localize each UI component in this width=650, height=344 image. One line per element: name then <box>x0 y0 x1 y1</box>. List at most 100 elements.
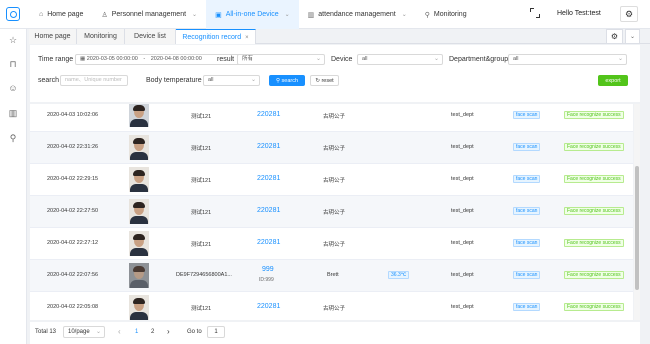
user-greeting[interactable]: Hello Test:test <box>557 10 601 17</box>
page-1[interactable]: 1 <box>135 329 138 335</box>
cell-id[interactable]: 220281 <box>257 111 280 118</box>
result-badge: Face recognize success <box>564 271 624 279</box>
tab-home[interactable]: Home page <box>29 29 77 44</box>
face-photo[interactable] <box>129 263 149 288</box>
chevron-down-icon: ⌄ <box>617 56 623 62</box>
face-icon[interactable]: ☺ <box>8 83 18 93</box>
cell-name: 测试121 <box>191 210 212 216</box>
cell-group: 古玥公子 <box>323 210 346 216</box>
table-row[interactable]: 2020-04-02 22:07:56 DE9F7294656800A1... … <box>30 260 633 292</box>
thermometer-icon[interactable]: ⚲ <box>8 133 18 143</box>
table-row[interactable]: 2020-04-02 22:29:15 测试121 220281 古玥公子 te… <box>30 164 633 196</box>
device-icon: ▣ <box>215 11 222 19</box>
tab-recognition-record[interactable]: Recognition record × <box>176 29 256 44</box>
cell-dept: test_dept <box>451 112 474 118</box>
prev-page-icon[interactable]: ‹ <box>118 327 121 336</box>
export-button[interactable]: export <box>598 75 628 86</box>
nav-personnel[interactable]: ♙ Personnel management ⌄ <box>92 0 206 29</box>
face-photo[interactable] <box>129 104 149 127</box>
body-temperature-label: Body temperature <box>146 77 202 84</box>
bar-chart-icon[interactable]: ▥ <box>8 108 18 118</box>
type-badge: face scan <box>513 271 541 279</box>
temperature-badge: 36.3℃ <box>388 271 410 279</box>
cell-id[interactable]: 220281 <box>257 175 280 182</box>
goto-input[interactable]: 1 <box>207 326 225 338</box>
type-badge: face scan <box>513 143 541 151</box>
fullscreen-icon[interactable] <box>530 8 540 18</box>
nav-home-label: Home page <box>47 11 84 18</box>
nav-monitoring[interactable]: ⚲ Monitoring <box>416 0 476 29</box>
search-button[interactable]: ⚲ search <box>269 75 305 86</box>
tab-monitoring[interactable]: Monitoring <box>77 29 125 44</box>
result-label: result <box>217 56 235 63</box>
department-label: Department&group <box>449 56 509 63</box>
face-photo[interactable] <box>129 231 149 256</box>
lock-icon[interactable]: ⊓ <box>8 59 18 69</box>
result-badge: Face recognize success <box>564 111 624 119</box>
department-value: all <box>513 56 519 62</box>
cell-time: 2020-04-02 22:05:08 <box>47 304 99 310</box>
cell-id[interactable]: 220281 <box>257 303 280 310</box>
cell-id[interactable]: 220281 <box>257 239 280 246</box>
table-row[interactable]: 2020-04-02 22:05:08 测试121 220281 古玥公子 te… <box>30 292 633 320</box>
page-size-select[interactable]: 10/page ⌄ <box>63 326 105 338</box>
nav-monitoring-label: Monitoring <box>433 11 467 18</box>
settings-gear-icon[interactable]: ⚙ <box>620 6 638 22</box>
cell-group: 古玥公子 <box>323 242 346 248</box>
chevron-down-icon: ⌄ <box>192 12 198 18</box>
nav-device[interactable]: ▣ All-in-one Device ⌄ <box>206 0 299 29</box>
tab-menu-chevron-icon[interactable]: ⌄ <box>625 29 640 44</box>
department-select[interactable]: all ⌄ <box>508 54 627 65</box>
table-row[interactable]: 2020-04-02 22:27:50 测试121 220281 古玥公子 te… <box>30 196 633 228</box>
cell-dept: test_dept <box>451 176 474 182</box>
next-page-icon[interactable]: › <box>167 327 170 336</box>
tab-settings-icon[interactable]: ⚙ <box>606 29 623 44</box>
result-badge: Face recognize success <box>564 207 624 215</box>
result-badge: Face recognize success <box>564 303 624 311</box>
cell-id[interactable]: 999 <box>262 266 274 273</box>
face-photo[interactable] <box>129 295 149 320</box>
page-2[interactable]: 2 <box>151 329 154 335</box>
nav-attendance[interactable]: ▥ attendance management ⌄ <box>299 0 416 29</box>
face-photo[interactable] <box>129 167 149 192</box>
nav-attendance-label: attendance management <box>318 11 396 18</box>
cell-group: Brett <box>327 272 339 278</box>
cell-id[interactable]: 220281 <box>257 207 280 214</box>
search-input[interactable]: name、Unique number <box>60 75 128 86</box>
cell-group: 古玥公子 <box>323 114 346 120</box>
user-icon: ♙ <box>101 11 108 19</box>
page-tabs: Home page Monitoring Device list Recogni… <box>29 29 650 44</box>
cell-id[interactable]: 220281 <box>257 143 280 150</box>
chevron-down-icon: ⌄ <box>95 329 101 335</box>
close-icon[interactable]: × <box>245 35 249 41</box>
result-select[interactable]: 所有 ⌄ <box>237 54 325 65</box>
cell-dept: test_dept <box>451 240 474 246</box>
result-value: 所有 <box>242 56 254 62</box>
reset-button[interactable]: ↻ reset <box>310 75 339 86</box>
tab-device-list[interactable]: Device list <box>125 29 176 44</box>
table-scrollbar[interactable] <box>634 104 640 320</box>
cell-time: 2020-04-02 22:27:12 <box>47 240 99 246</box>
result-badge: Face recognize success <box>564 143 624 151</box>
face-photo[interactable] <box>129 199 149 224</box>
cell-name: 测试121 <box>191 306 212 312</box>
tab-recognition-label: Recognition record <box>182 34 242 41</box>
device-select[interactable]: all ⌄ <box>357 54 443 65</box>
star-icon[interactable]: ☆ <box>8 35 18 45</box>
calendar-icon: ▦ <box>80 56 87 62</box>
cell-group: 古玥公子 <box>323 178 346 184</box>
cell-time: 2020-04-02 22:07:56 <box>47 272 99 278</box>
scrollbar-thumb[interactable] <box>635 166 639 290</box>
table-row[interactable]: 2020-04-02 22:31:26 测试121 220281 古玥公子 te… <box>30 132 633 164</box>
table-row[interactable]: 2020-04-03 10:02:06 测试121 220281 古玥公子 te… <box>30 104 633 132</box>
app-logo-icon[interactable] <box>6 7 20 21</box>
pagination: Total 13 10/page ⌄ ‹ 1 2 › Go to 1 <box>30 322 640 344</box>
nav-home[interactable]: ⌂ Home page <box>30 0 92 29</box>
cell-time: 2020-04-03 10:02:06 <box>47 112 99 118</box>
tab-monitoring-label: Monitoring <box>84 33 117 40</box>
temperature-select[interactable]: all ⌄ <box>203 75 260 86</box>
face-photo[interactable] <box>129 135 149 160</box>
cell-dept: test_dept <box>451 304 474 310</box>
table-row[interactable]: 2020-04-02 22:27:12 测试121 220281 古玥公子 te… <box>30 228 633 260</box>
temperature-value: all <box>208 77 214 83</box>
